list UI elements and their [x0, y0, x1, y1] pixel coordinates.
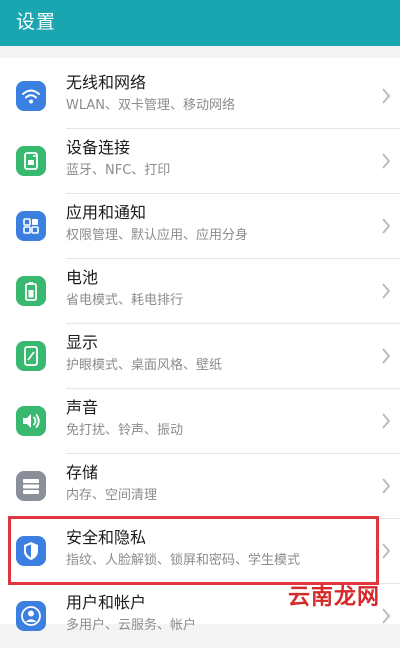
sound-icon	[16, 406, 46, 436]
settings-item-title: 存储	[66, 463, 99, 482]
settings-item-subtitle: 省电模式、耗电排行	[66, 293, 184, 308]
settings-item-title: 声音	[66, 398, 99, 417]
settings-item-sound[interactable]: 声音 免打扰、铃声、振动	[0, 389, 400, 453]
chevron-right-icon	[380, 151, 392, 171]
chevron-right-icon	[380, 606, 392, 626]
chevron-right-icon	[380, 346, 392, 366]
settings-item-subtitle: WLAN、双卡管理、移动网络	[66, 98, 236, 113]
wifi-icon	[16, 81, 46, 111]
user-account-icon	[16, 601, 46, 631]
highlight-box	[8, 516, 379, 585]
device-connect-icon	[16, 146, 46, 176]
settings-item-apps-notifications[interactable]: 应用和通知 权限管理、默认应用、应用分身	[0, 194, 400, 258]
chevron-right-icon	[380, 216, 392, 236]
settings-item-storage[interactable]: 存储 内存、空间清理	[0, 454, 400, 518]
settings-item-subtitle: 多用户、云服务、帐户	[66, 618, 197, 633]
app-header: 设置	[0, 0, 400, 46]
chevron-right-icon	[380, 541, 392, 561]
settings-item-subtitle: 护眼模式、桌面风格、壁纸	[66, 358, 223, 373]
watermark: 云南龙网	[288, 585, 381, 610]
settings-item-display[interactable]: 显示 护眼模式、桌面风格、壁纸	[0, 324, 400, 388]
apps-icon	[16, 211, 46, 241]
chevron-right-icon	[380, 86, 392, 106]
chevron-right-icon	[380, 476, 392, 496]
settings-item-title: 应用和通知	[66, 203, 147, 222]
page-title: 设置	[16, 11, 57, 33]
settings-item-subtitle: 免打扰、铃声、振动	[66, 423, 184, 438]
settings-item-battery[interactable]: 电池 省电模式、耗电排行	[0, 259, 400, 323]
settings-item-title: 显示	[66, 333, 99, 352]
settings-item-subtitle: 权限管理、默认应用、应用分身	[66, 228, 249, 243]
display-icon	[16, 341, 46, 371]
settings-item-device-connection[interactable]: 设备连接 蓝牙、NFC、打印	[0, 129, 400, 193]
settings-item-title: 设备连接	[66, 138, 131, 157]
settings-item-subtitle: 蓝牙、NFC、打印	[66, 163, 171, 178]
settings-item-title: 无线和网络	[66, 73, 147, 92]
settings-item-subtitle: 内存、空间清理	[66, 488, 158, 503]
settings-item-title: 用户和帐户	[66, 593, 147, 612]
chevron-right-icon	[380, 411, 392, 431]
chevron-right-icon	[380, 281, 392, 301]
settings-item-wireless-network[interactable]: 无线和网络 WLAN、双卡管理、移动网络	[0, 64, 400, 128]
storage-icon	[16, 471, 46, 501]
settings-item-title: 电池	[66, 268, 99, 287]
battery-icon	[16, 276, 46, 306]
